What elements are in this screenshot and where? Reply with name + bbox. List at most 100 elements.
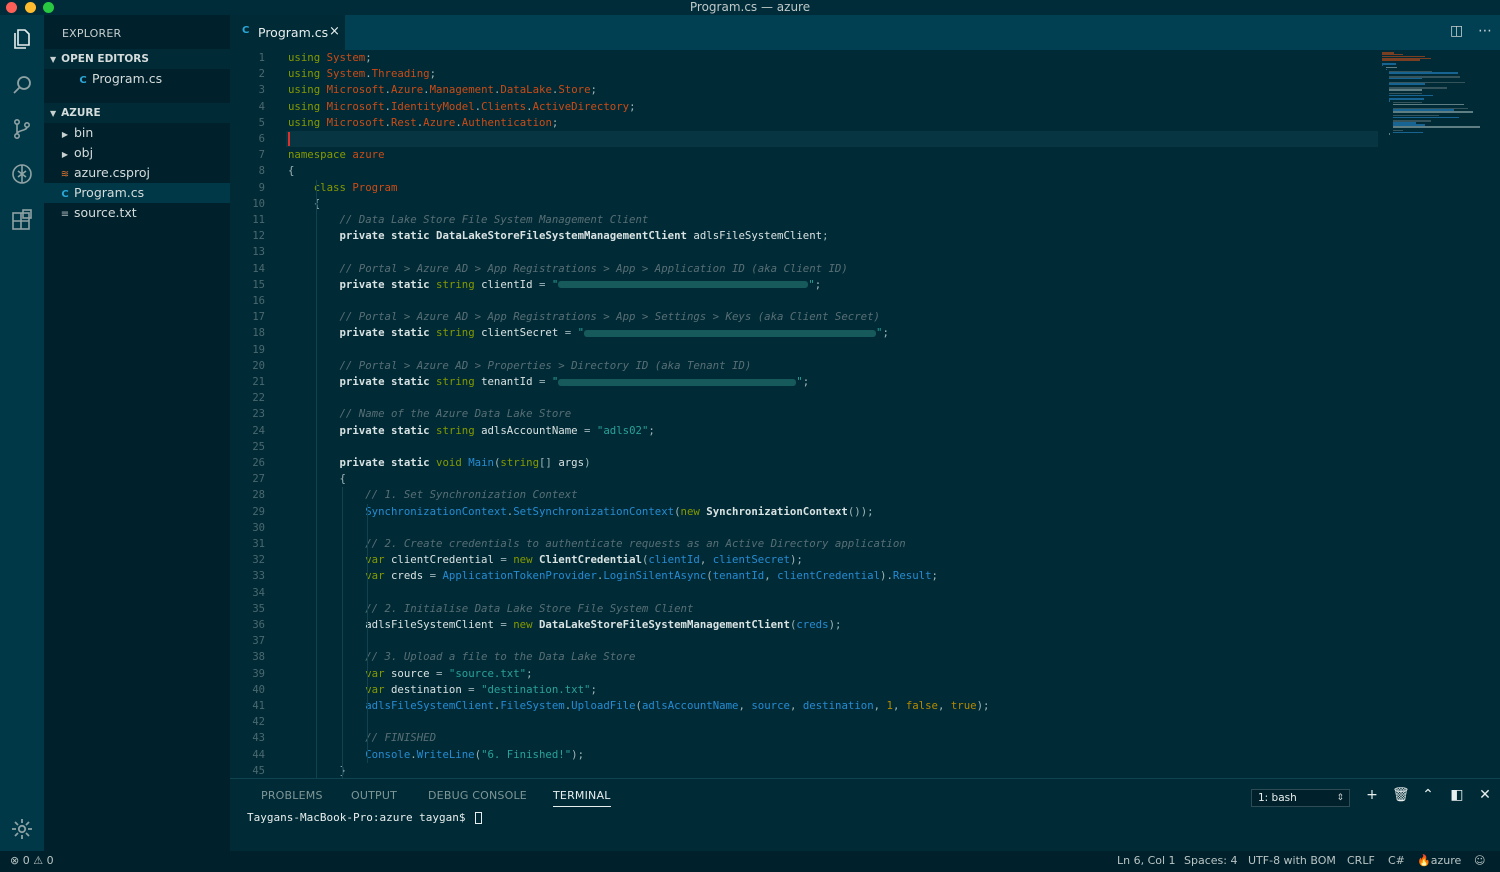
terminal[interactable]: Taygans-MacBook-Pro:azure taygan$ bbox=[247, 811, 483, 824]
line-number: 32 bbox=[252, 554, 265, 567]
code-line[interactable]: using Microsoft.Azure.Management.DataLak… bbox=[288, 82, 597, 98]
language-mode[interactable]: C# bbox=[1388, 854, 1405, 867]
line-number: 41 bbox=[252, 700, 265, 712]
code-line[interactable]: private static string clientId = " "; bbox=[288, 277, 821, 293]
tab-output[interactable]: OUTPUT bbox=[351, 789, 397, 802]
editor-tab-bar: C Program.cs × ◫ ⋯ bbox=[230, 15, 1500, 50]
code-line[interactable] bbox=[286, 131, 1378, 148]
tab-problems[interactable]: PROBLEMS bbox=[261, 789, 323, 802]
code-line[interactable]: using Microsoft.IdentityModel.Clients.Ac… bbox=[288, 99, 636, 115]
gear-icon[interactable] bbox=[10, 817, 34, 841]
code-line[interactable]: // Portal > Azure AD > Properties > Dire… bbox=[288, 358, 751, 374]
open-editor-item[interactable]: C Program.cs bbox=[44, 69, 230, 89]
csharp-file-icon: C bbox=[242, 25, 250, 36]
close-panel-icon[interactable]: ✕ bbox=[1477, 787, 1493, 803]
line-number: 37 bbox=[252, 635, 265, 648]
code-line[interactable]: // Portal > Azure AD > App Registrations… bbox=[288, 261, 847, 277]
line-number: 45 bbox=[252, 764, 265, 777]
chevron-right-icon: ▶ bbox=[61, 130, 69, 139]
minimap[interactable] bbox=[1380, 50, 1500, 778]
tree-item-source-txt[interactable]: ≡ source.txt bbox=[44, 203, 230, 223]
tree-item-obj[interactable]: ▶ obj bbox=[44, 143, 230, 163]
code-line[interactable]: var creds = ApplicationTokenProvider.Log… bbox=[288, 568, 938, 584]
more-actions-icon[interactable]: ⋯ bbox=[1478, 23, 1492, 39]
split-editor-icon[interactable]: ◫ bbox=[1450, 23, 1463, 39]
code-line[interactable]: private static DataLakeStoreFileSystemMa… bbox=[288, 228, 828, 244]
files-icon[interactable] bbox=[10, 27, 34, 51]
chevron-up-icon[interactable]: ⌃ bbox=[1420, 787, 1436, 803]
text-file-icon: ≡ bbox=[60, 209, 70, 220]
feedback-smiley-icon[interactable]: ☺ bbox=[1474, 854, 1485, 867]
line-number: 34 bbox=[252, 586, 265, 599]
code-line[interactable]: // 3. Upload a file to the Data Lake Sto… bbox=[288, 649, 635, 665]
new-terminal-icon[interactable]: + bbox=[1364, 787, 1380, 803]
tree-item-label: obj bbox=[74, 145, 94, 160]
warning-count: 0 bbox=[46, 854, 54, 867]
code-line[interactable]: private static string adlsAccountName = … bbox=[288, 423, 654, 439]
cursor-position[interactable]: Ln 6, Col 1 bbox=[1117, 854, 1176, 867]
code-line[interactable]: { bbox=[288, 163, 294, 179]
code-line[interactable]: private static string tenantId = " "; bbox=[288, 374, 809, 390]
code-line[interactable]: namespace azure bbox=[288, 147, 385, 163]
code-line[interactable]: { bbox=[288, 471, 345, 487]
code-line[interactable]: var clientCredential = new ClientCredent… bbox=[288, 552, 803, 568]
open-editors-section[interactable]: ▼ OPEN EDITORS bbox=[44, 49, 230, 69]
search-icon[interactable] bbox=[10, 73, 34, 97]
source-control-icon[interactable] bbox=[10, 117, 34, 141]
encoding[interactable]: UTF-8 with BOM bbox=[1248, 854, 1336, 867]
line-number: 35 bbox=[252, 602, 265, 615]
tab-program-cs[interactable]: C Program.cs × bbox=[230, 15, 345, 50]
line-number: 14 bbox=[252, 262, 265, 275]
code-line[interactable]: // Data Lake Store File System Managemen… bbox=[288, 212, 648, 228]
code-line[interactable]: private static void Main(string[] args) bbox=[288, 455, 590, 471]
tab-terminal[interactable]: TERMINAL bbox=[553, 789, 611, 807]
minimap-line bbox=[1392, 131, 1424, 134]
project-status[interactable]: 🔥azure bbox=[1417, 854, 1461, 867]
close-icon[interactable]: × bbox=[329, 24, 340, 39]
end-of-line[interactable]: CRLF bbox=[1347, 854, 1375, 867]
code-line[interactable]: // Name of the Azure Data Lake Store bbox=[288, 406, 571, 422]
code-line[interactable]: using System.Threading; bbox=[288, 66, 436, 82]
code-line[interactable]: private static string clientSecret = " "; bbox=[288, 325, 888, 341]
chevron-right-icon: ▶ bbox=[61, 150, 69, 159]
warning-icon: ⚠ bbox=[33, 854, 44, 867]
code-line[interactable]: using Microsoft.Rest.Azure.Authenticatio… bbox=[288, 115, 558, 131]
code-line[interactable]: Console.WriteLine("6. Finished!"); bbox=[288, 747, 584, 763]
code-editor[interactable]: 1 2 3 4 5 6 7 8 9 10 11 12 13 14 15 16 17 18 19 20 21 22 23 24 2… bbox=[230, 50, 1500, 778]
line-number: 16 bbox=[252, 295, 265, 307]
line-number: 12 bbox=[252, 230, 265, 243]
window-title: Program.cs — azure bbox=[689, 0, 811, 14]
code-line[interactable]: } bbox=[288, 763, 345, 778]
line-number: 3 bbox=[258, 84, 265, 97]
code-line[interactable]: var source = "source.txt"; bbox=[288, 666, 532, 682]
code-line[interactable]: var destination = "destination.txt"; bbox=[288, 682, 597, 698]
code-line[interactable]: SynchronizationContext.SetSynchronizatio… bbox=[288, 504, 873, 520]
code-line[interactable]: adlsFileSystemClient.FileSystem.UploadFi… bbox=[288, 698, 989, 714]
indentation[interactable]: Spaces: 4 bbox=[1184, 854, 1237, 867]
code-line[interactable]: // 1. Set Synchronization Context bbox=[288, 487, 577, 503]
debug-icon[interactable] bbox=[10, 162, 34, 186]
code-line[interactable]: adlsFileSystemClient = new DataLakeStore… bbox=[288, 617, 841, 633]
code-line[interactable]: // 2. Create credentials to authenticate… bbox=[288, 536, 906, 552]
toggle-panel-icon[interactable]: ◧ bbox=[1449, 787, 1465, 803]
line-number: 26 bbox=[252, 457, 265, 469]
tree-item-csproj[interactable]: ≋ azure.csproj bbox=[44, 163, 230, 183]
chevron-down-icon: ▼ bbox=[50, 109, 57, 118]
code-line[interactable]: // Portal > Azure AD > App Registrations… bbox=[288, 309, 880, 325]
terminal-select[interactable]: 1: bash ⇕ bbox=[1251, 789, 1350, 807]
extensions-icon[interactable] bbox=[10, 208, 34, 232]
azure-folder-section[interactable]: ▼ AZURE bbox=[44, 103, 230, 123]
code-line[interactable]: using System; bbox=[288, 50, 372, 66]
open-editors-label: OPEN EDITORS bbox=[61, 53, 149, 65]
line-number: 5 bbox=[258, 116, 265, 129]
problems-status[interactable]: ⊗ 0 ⚠ 0 bbox=[10, 854, 54, 867]
line-number: 31 bbox=[252, 538, 265, 550]
code-line[interactable]: // 2. Initialise Data Lake Store File Sy… bbox=[288, 601, 693, 617]
tab-debug-console[interactable]: DEBUG CONSOLE bbox=[428, 789, 527, 802]
tree-item-bin[interactable]: ▶ bin bbox=[44, 123, 230, 143]
line-number: 1 bbox=[258, 52, 265, 64]
code-line[interactable]: // FINISHED bbox=[288, 730, 436, 746]
tree-item-program-cs[interactable]: C Program.cs bbox=[44, 183, 230, 203]
code-line[interactable]: class Program bbox=[288, 180, 398, 196]
trash-icon[interactable]: 🗑 bbox=[1392, 787, 1410, 803]
